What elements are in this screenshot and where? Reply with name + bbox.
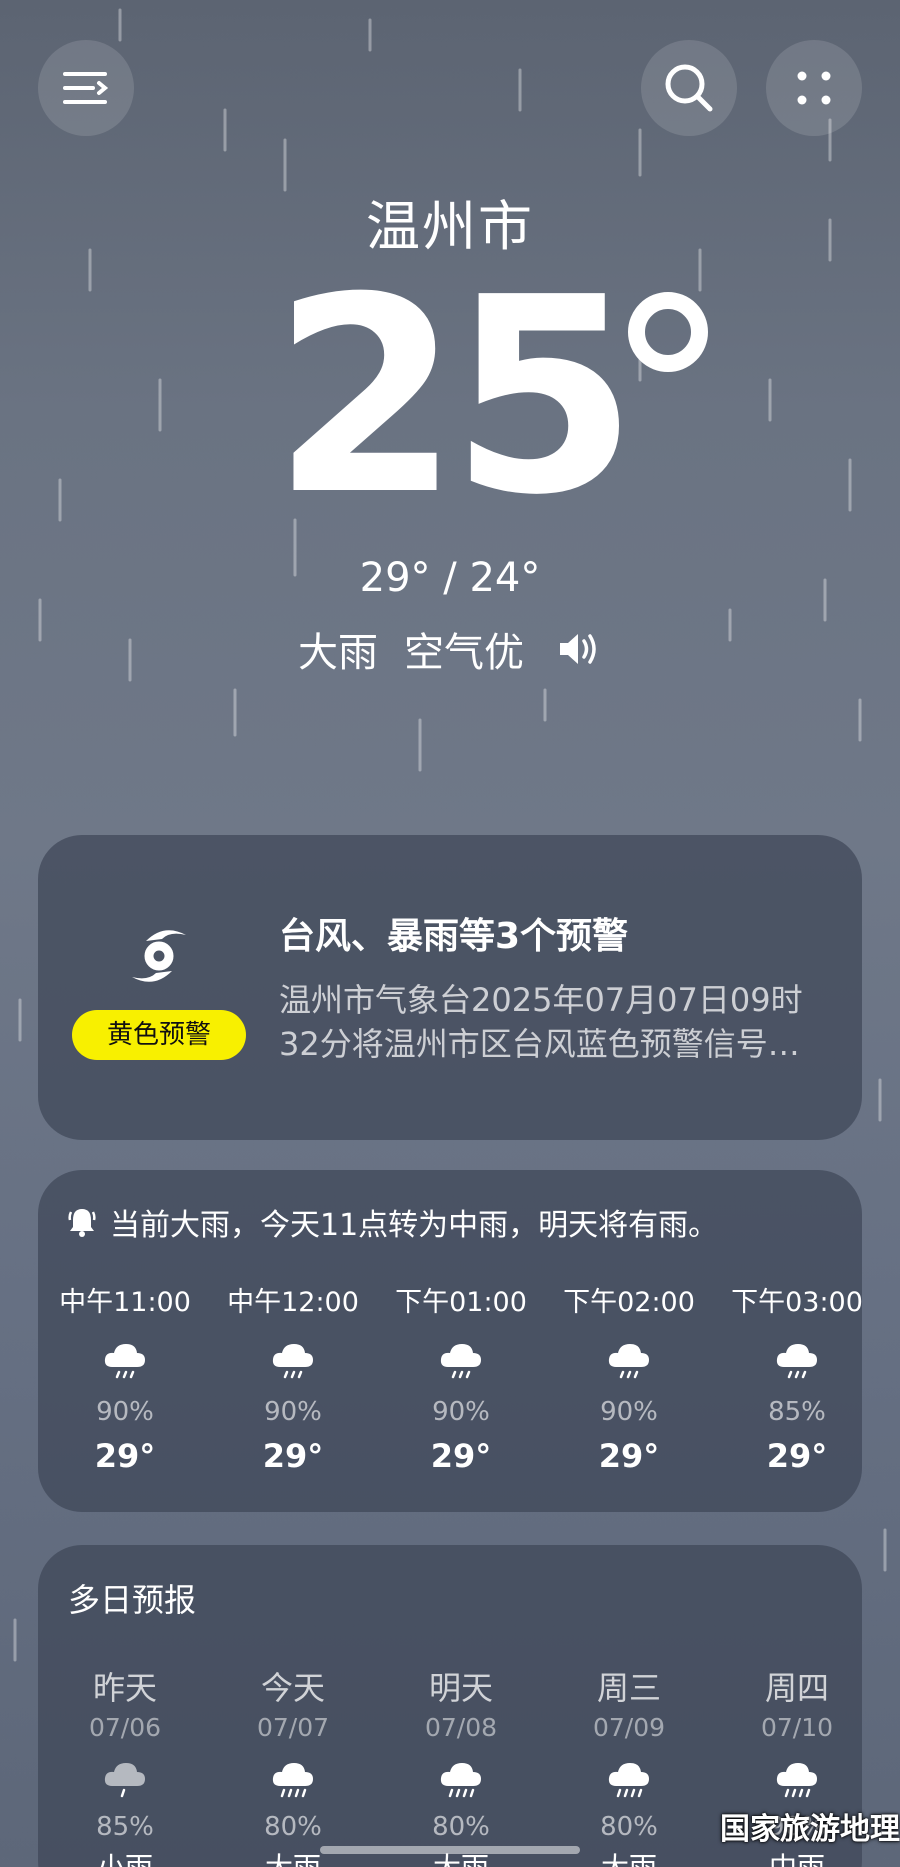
alert-description-line: 32分将温州市区台风蓝色预警信号… [279,1025,800,1063]
day-date: 07/09 [592,1713,666,1742]
heavy-rain-icon [608,1763,649,1798]
hour-temp: 29° [94,1437,156,1475]
hour-time: 中午12:00 [227,1287,359,1318]
weather-alert-card[interactable]: 黄色预警 台风、暴雨等3个预警 温州市气象台2025年07月07日09时 32分… [38,835,862,1140]
alert-title: 台风、暴雨等3个预警 [279,916,629,957]
degree-symbol [628,292,708,372]
day-precip: 80% [432,1812,490,1842]
typhoon-icon [132,930,186,982]
day-condition: 中雨 [713,1846,862,1867]
search-icon [665,64,713,112]
day-precip: 85% [96,1812,154,1842]
day-name: 周三 [596,1669,661,1707]
day-item[interactable]: 周三 07/09 80% 大雨 [545,1663,713,1867]
heavy-rain-icon [776,1763,817,1798]
day-name: 明天 [428,1669,493,1707]
hourly-summary: 当前大雨，今天11点转为中雨，明天将有雨。 [68,1200,718,1244]
day-precip: 80% [264,1812,322,1842]
rain-cloud-icon [608,1344,649,1379]
alert-level-badge: 黄色预警 [72,1010,246,1060]
rain-cloud-icon [776,1344,817,1379]
menu-button[interactable] [38,40,134,136]
day-item[interactable]: 明天 07/08 80% 大雨 [377,1663,545,1867]
hour-temp: 29° [766,1437,828,1475]
heavy-rain-icon [440,1763,481,1798]
search-button[interactable] [641,40,737,136]
day-name: 昨天 [92,1669,157,1707]
hour-item[interactable]: 下午02:00 90% 29° [545,1280,713,1475]
hour-time: 下午03:00 [731,1287,862,1318]
bell-icon [68,1209,96,1237]
more-button[interactable] [766,40,862,136]
hour-temp: 29° [262,1437,324,1475]
hour-temp: 29° [430,1437,492,1475]
hour-precip: 85% [768,1397,826,1427]
hour-precip: 90% [96,1397,154,1427]
hourly-list[interactable]: 中午11:00 90% 29° 中午12:00 90% 29° 下午01:00 … [38,1280,862,1500]
hour-precip: 90% [432,1397,490,1427]
day-precip: 80% [600,1812,658,1842]
rain-cloud-icon [440,1344,481,1379]
alert-description: 温州市气象台2025年07月07日09时 32分将温州市区台风蓝色预警信号… [279,978,839,1066]
menu-icon [63,72,109,104]
day-date: 07/10 [760,1713,834,1742]
day-date: 07/06 [88,1713,162,1742]
day-date: 07/07 [256,1713,330,1742]
hour-precip: 90% [600,1397,658,1427]
hour-time: 下午02:00 [563,1287,695,1318]
daily-forecast-title: 多日预报 [68,1581,197,1619]
day-name: 周四 [764,1669,829,1707]
hour-item[interactable]: 中午12:00 90% 29° [209,1280,377,1475]
hour-precip: 90% [264,1397,322,1427]
high-low-temperature: 29° / 24° [359,555,541,601]
hour-temp: 29° [598,1437,660,1475]
alert-description-line: 温州市气象台2025年07月07日09时 [279,981,803,1019]
day-item[interactable]: 今天 07/07 80% 大雨 [209,1663,377,1867]
speaker-icon[interactable] [556,629,602,669]
day-name: 今天 [260,1669,325,1707]
hourly-forecast-card[interactable]: 当前大雨，今天11点转为中雨，明天将有雨。 中午11:00 90% 29° 中午… [38,1170,862,1512]
home-indicator[interactable] [320,1846,580,1854]
weather-condition: 大雨 [298,630,378,676]
hour-time: 中午11:00 [59,1287,191,1318]
condition-row: 大雨 空气优 [0,620,900,678]
watermark: 国家旅游地理 [720,1812,900,1847]
air-quality[interactable]: 空气优 [404,620,524,678]
light-rain-icon [104,1763,145,1798]
temperature-value: 25 [272,239,638,554]
day-date: 07/08 [424,1713,498,1742]
hour-item[interactable]: 下午01:00 90% 29° [377,1280,545,1475]
current-temperature: 25 [0,262,900,532]
rain-cloud-icon [104,1344,145,1379]
hour-item[interactable]: 下午03:00 85% 29° [713,1280,862,1475]
hourly-summary-text: 当前大雨，今天11点转为中雨，明天将有雨。 [110,1208,719,1243]
heavy-rain-icon [272,1763,313,1798]
rain-cloud-icon [272,1344,313,1379]
hour-item[interactable]: 中午11:00 90% 29° [41,1280,209,1475]
grid-dots-icon [797,71,831,105]
hour-time: 下午01:00 [395,1287,527,1318]
day-condition: 小雨 [41,1846,209,1867]
day-item[interactable]: 昨天 07/06 85% 小雨 [41,1663,209,1867]
